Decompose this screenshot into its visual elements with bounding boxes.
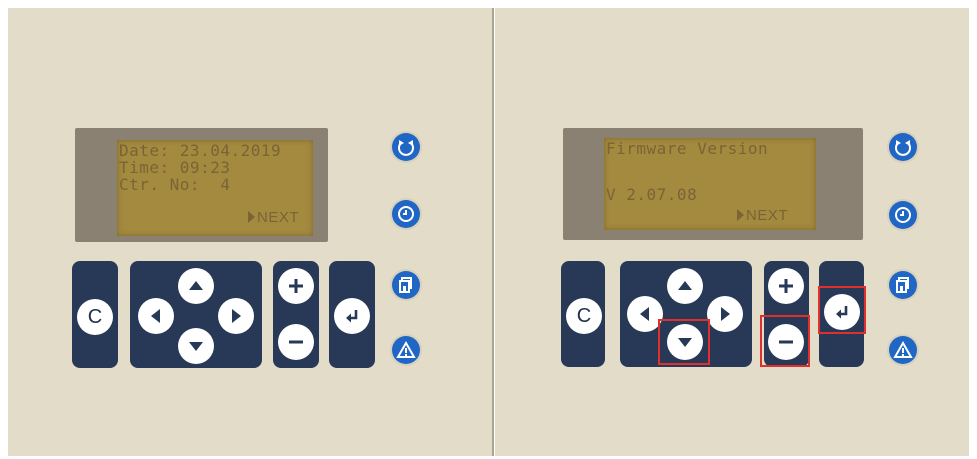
left-button[interactable] [138,298,174,334]
clear-button[interactable]: C [566,298,602,334]
lcd-next-indicator: NEXT [247,209,299,226]
down-button[interactable] [667,324,703,360]
lcd-line-time: Time: 09:23 [119,158,231,177]
lcd-next-label: NEXT [256,209,299,226]
warning-button[interactable] [392,336,420,364]
lcd-next-indicator: NEXT [736,207,788,224]
plus-icon [289,279,303,293]
left-button[interactable] [627,296,663,332]
plus-button[interactable] [278,268,314,304]
clock-icon [895,207,911,223]
save-button[interactable] [392,271,420,299]
lcd-display: Firmware Version V 2.07.08 NEXT [604,138,816,230]
enter-icon [346,310,358,323]
up-button[interactable] [667,268,703,304]
warning-icon [893,340,913,358]
down-button[interactable] [178,328,214,364]
arrow-down-icon [189,342,203,351]
save-button[interactable] [889,271,917,299]
minus-icon [779,340,793,344]
lcd-line-title: Firmware Version [606,139,769,158]
enter-button[interactable] [334,298,370,334]
reset-icon [895,140,911,156]
minus-button[interactable] [278,324,314,360]
save-icon [896,277,909,293]
lcd-next-label: NEXT [745,207,788,224]
arrow-right-icon [721,307,730,321]
clock-button[interactable] [392,200,420,228]
reset-button[interactable] [392,133,420,161]
up-button[interactable] [178,268,214,304]
arrow-left-icon [640,307,649,321]
arrow-down-icon [678,338,692,347]
lcd-line-date: Date: 23.04.2019 [119,141,282,160]
save-icon [399,277,412,293]
next-arrow-icon [247,211,255,223]
lcd-line-counter: Ctr. No: 4 [119,175,231,194]
lcd-display: Date: 23.04.2019 Time: 09:23 Ctr. No: 4 … [117,140,313,236]
arrow-up-icon [189,281,203,290]
clear-button[interactable]: C [77,299,113,335]
lcd-line-blank [606,157,816,174]
clock-button[interactable] [889,201,917,229]
plus-icon [779,279,793,293]
warning-button[interactable] [889,336,917,364]
arrow-right-icon [232,309,241,323]
clear-label: C [576,304,592,327]
arrow-up-icon [678,281,692,290]
minus-icon [289,340,303,344]
panel-divider [492,8,494,456]
reset-icon [398,140,414,156]
minus-button[interactable] [768,324,804,360]
plus-button[interactable] [768,268,804,304]
right-button[interactable] [707,296,743,332]
warning-icon [396,340,416,358]
enter-button[interactable] [824,294,860,330]
reset-button[interactable] [889,133,917,161]
enter-icon [836,306,848,319]
clock-icon [398,206,414,222]
clear-label: C [87,305,103,328]
arrow-left-icon [151,309,160,323]
right-button[interactable] [218,298,254,334]
lcd-line-version: V 2.07.08 [606,185,698,204]
next-arrow-icon [736,209,744,221]
